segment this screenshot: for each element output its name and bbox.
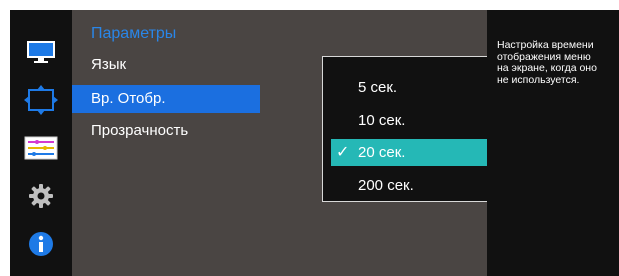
sidebar [10,10,72,276]
menu-item-language[interactable]: Язык [72,51,260,79]
help-text: Настройка времени отображения меню на эк… [497,39,597,86]
gear-icon[interactable] [23,180,59,212]
help-panel: Настройка времени отображения меню на эк… [487,10,619,276]
resize-icon[interactable] [23,84,59,116]
info-icon[interactable] [23,228,59,260]
menu-item-transparency[interactable]: Прозрачность [72,117,260,145]
osd-window: Параметры Язык Вр. Отобр. Прозрачность 5… [10,10,619,276]
option-label: 200 сек. [358,177,414,194]
sliders-icon[interactable] [23,132,59,164]
settings-panel: Параметры Язык Вр. Отобр. Прозрачность 5… [72,10,537,276]
monitor-icon[interactable] [23,36,59,68]
option-label: 10 сек. [358,112,406,129]
option-label: 20 сек. [358,144,406,161]
checkmark-icon: ✓ [336,144,350,161]
menu-item-display-time[interactable]: Вр. Отобр. [72,85,260,113]
option-label: 5 сек. [358,79,398,96]
section-title: Параметры [91,25,177,42]
